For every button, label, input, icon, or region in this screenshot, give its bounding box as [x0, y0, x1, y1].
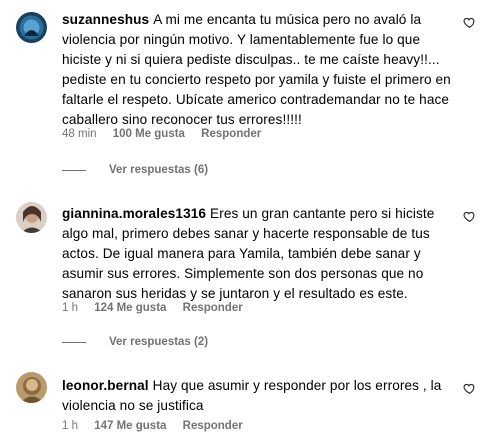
avatar[interactable] [16, 202, 47, 233]
heart-outline-icon[interactable] [463, 16, 476, 29]
view-replies-button[interactable]: Ver respuestas (6) [62, 164, 208, 176]
comment-body: leonor.bernal Hay que asumir y responder … [62, 376, 460, 416]
comment-body: suzanneshus A mi me encanta tu música per… [62, 10, 460, 130]
view-replies-label: Ver respuestas (2) [109, 336, 209, 348]
comment-meta: 48 min 100 Me gusta Responder [62, 128, 274, 140]
comment-username[interactable]: giannina.morales1316 [62, 206, 206, 221]
comment-time[interactable]: 1 h [62, 302, 78, 314]
reply-button[interactable]: Responder [201, 128, 261, 140]
comment-likes[interactable]: 124 Me gusta [94, 302, 166, 314]
profile-photo-icon [16, 202, 47, 233]
profile-photo-icon [16, 12, 47, 43]
avatar[interactable] [16, 372, 47, 403]
reply-button[interactable]: Responder [183, 302, 243, 314]
replies-divider [62, 169, 86, 171]
comment-meta: 1 h 147 Me gusta Responder [62, 420, 256, 432]
comment-meta: 1 h 124 Me gusta Responder [62, 302, 256, 314]
avatar[interactable] [16, 12, 47, 43]
comment-body: giannina.morales1316 Eres un gran cantant… [62, 204, 460, 304]
view-replies-label: Ver respuestas (6) [109, 164, 209, 176]
comment-username[interactable]: suzanneshus [62, 12, 149, 27]
reply-button[interactable]: Responder [183, 420, 243, 432]
heart-outline-icon[interactable] [463, 210, 476, 223]
comment-likes[interactable]: 100 Me gusta [113, 128, 185, 140]
view-replies-button[interactable]: Ver respuestas (2) [62, 336, 208, 348]
replies-divider [62, 341, 86, 343]
comment-text: A mi me encanta tu música pero no avaló … [62, 12, 451, 127]
comment-time[interactable]: 48 min [62, 128, 97, 140]
comment-time[interactable]: 1 h [62, 420, 78, 432]
profile-photo-icon [16, 372, 47, 403]
comment-username[interactable]: leonor.bernal [62, 378, 149, 393]
comment-likes[interactable]: 147 Me gusta [94, 420, 166, 432]
heart-outline-icon[interactable] [463, 382, 476, 395]
